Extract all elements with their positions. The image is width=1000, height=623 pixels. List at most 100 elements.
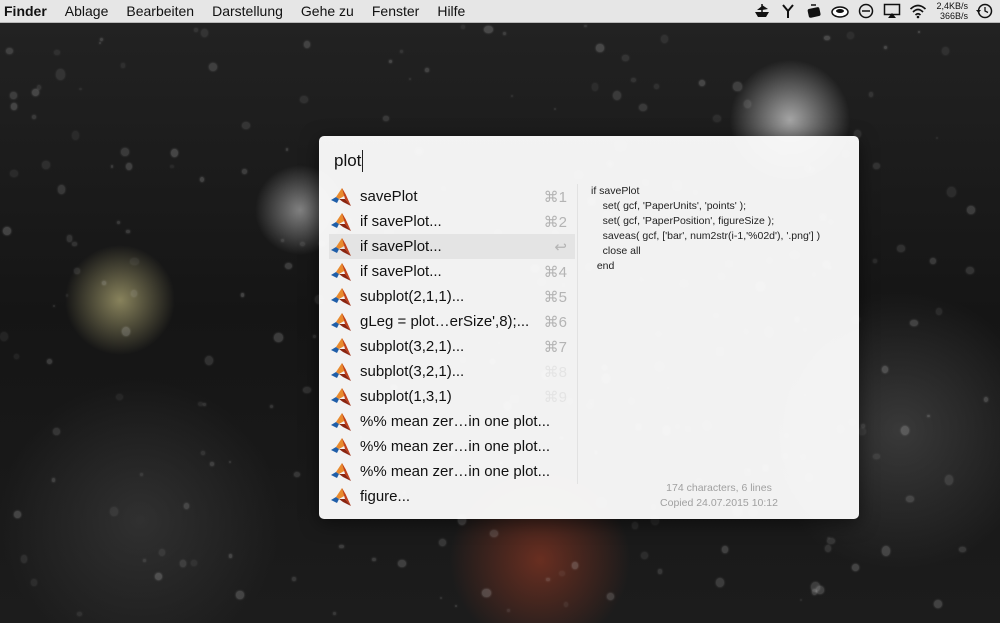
raindrop bbox=[660, 34, 668, 43]
raindrop bbox=[918, 30, 921, 33]
raindrop bbox=[936, 137, 939, 140]
raindrop bbox=[484, 25, 493, 33]
clip-item[interactable]: subplot(2,1,1)... ⌘5 bbox=[329, 284, 575, 309]
clip-item-label: subplot(3,2,1)... bbox=[360, 338, 465, 355]
matlab-icon bbox=[330, 387, 352, 407]
raindrop bbox=[489, 529, 498, 537]
raindrop bbox=[733, 82, 742, 92]
raindrop bbox=[77, 611, 82, 616]
clip-item[interactable]: %% mean zer…in one plot... bbox=[329, 459, 575, 484]
matlab-icon bbox=[330, 412, 352, 432]
clip-item[interactable]: savePlot ⌘1 bbox=[329, 184, 575, 209]
menu-bearbeiten[interactable]: Bearbeiten bbox=[117, 3, 203, 19]
raindrop bbox=[553, 107, 557, 110]
raindrop bbox=[300, 95, 309, 103]
clip-item-label: if savePlot... bbox=[360, 238, 442, 255]
menu-hilfe[interactable]: Hilfe bbox=[428, 3, 474, 19]
clip-item[interactable]: subplot(3,2,1)... ⌘8 bbox=[329, 359, 575, 384]
raindrop bbox=[698, 79, 705, 86]
clip-item[interactable]: if savePlot... ⌘2 bbox=[329, 209, 575, 234]
raindrop bbox=[98, 41, 101, 44]
tea-icon[interactable] bbox=[804, 2, 824, 20]
clip-preview: if savePlot set( gcf, 'PaperUnits', 'poi… bbox=[591, 185, 821, 272]
wifi-icon[interactable] bbox=[908, 2, 928, 20]
raindrop bbox=[398, 559, 406, 567]
matlab-icon bbox=[330, 262, 352, 282]
clock-arrow-icon[interactable] bbox=[974, 2, 994, 20]
menu-finder[interactable]: Finder bbox=[0, 3, 56, 19]
matlab-icon bbox=[330, 462, 352, 482]
raindrop bbox=[584, 25, 587, 28]
raindrop bbox=[280, 239, 284, 243]
clip-item[interactable]: gLeg = plot…erSize',8);... ⌘6 bbox=[329, 309, 575, 334]
clip-item-shortcut: ⌘2 bbox=[543, 213, 567, 231]
raindrop bbox=[372, 557, 376, 562]
raindrop bbox=[209, 63, 218, 71]
search-input[interactable]: plot bbox=[334, 150, 364, 172]
raindrop bbox=[143, 559, 146, 563]
clip-item-shortcut: ⌘1 bbox=[543, 188, 567, 206]
clip-item-shortcut: ⌘4 bbox=[543, 263, 567, 281]
raindrop bbox=[632, 522, 638, 529]
clip-item[interactable]: %% mean zer…in one plot... bbox=[329, 434, 575, 459]
raindrop bbox=[37, 84, 42, 90]
clip-item-label: savePlot bbox=[360, 188, 418, 205]
menu-darstellung[interactable]: Darstellung bbox=[203, 3, 292, 19]
raindrop bbox=[507, 608, 511, 613]
clip-item-shortcut: ⌘6 bbox=[543, 313, 567, 331]
airplay-icon[interactable] bbox=[882, 2, 902, 20]
raindrop bbox=[236, 590, 244, 600]
raindrop bbox=[66, 294, 69, 297]
raindrop bbox=[631, 77, 636, 82]
raindrop bbox=[873, 454, 880, 460]
matlab-icon bbox=[330, 212, 352, 232]
raindrop bbox=[210, 462, 215, 466]
raindrop bbox=[121, 326, 131, 337]
menu-gehe-zu[interactable]: Gehe zu bbox=[292, 3, 363, 19]
raindrop bbox=[858, 427, 866, 436]
raindrop bbox=[339, 544, 344, 549]
raindrop bbox=[200, 29, 208, 38]
raindrop bbox=[558, 570, 566, 577]
clip-item-label: gLeg = plot…erSize',8);... bbox=[360, 313, 530, 330]
clip-item[interactable]: subplot(1,3,1) ⌘9 bbox=[329, 384, 575, 409]
menu-fenster[interactable]: Fenster bbox=[363, 3, 428, 19]
raindrop bbox=[286, 148, 289, 151]
clip-item-shortcut: ⌘5 bbox=[543, 288, 567, 306]
raindrop bbox=[269, 405, 274, 409]
raindrop bbox=[9, 91, 17, 100]
clip-item-shortcut: ⌘8 bbox=[543, 363, 567, 381]
matlab-icon bbox=[330, 187, 352, 207]
pirate-ship-icon[interactable] bbox=[752, 2, 772, 20]
menu-ablage[interactable]: Ablage bbox=[56, 3, 118, 19]
raindrop bbox=[183, 502, 190, 510]
raindrop bbox=[155, 572, 162, 580]
matlab-icon bbox=[330, 437, 352, 457]
raindrop bbox=[54, 50, 60, 55]
clipboard-history-list: savePlot ⌘1 if savePlot... ⌘2 if savePlot...… bbox=[329, 184, 575, 509]
branch-icon[interactable] bbox=[778, 2, 798, 20]
raindrop bbox=[389, 59, 393, 63]
raindrop bbox=[193, 28, 198, 33]
raindrop bbox=[312, 334, 316, 339]
raindrop bbox=[14, 510, 21, 518]
matlab-icon bbox=[330, 362, 352, 382]
network-speed-readout[interactable]: 2,4KB/s 366B/s bbox=[936, 1, 968, 21]
raindrop bbox=[291, 576, 296, 581]
raindrop bbox=[966, 205, 975, 215]
clip-item[interactable]: %% mean zer…in one plot... bbox=[329, 409, 575, 434]
raindrop bbox=[881, 546, 891, 557]
clip-item[interactable]: if savePlot... ↩ bbox=[329, 234, 575, 259]
raindrop bbox=[861, 424, 866, 429]
clip-item[interactable]: figure... bbox=[329, 484, 575, 509]
raindrop bbox=[229, 461, 232, 464]
clip-item[interactable]: if savePlot... ⌘4 bbox=[329, 259, 575, 284]
raindrop bbox=[852, 564, 859, 571]
raindrop bbox=[641, 551, 649, 559]
clip-item[interactable]: subplot(3,2,1)... ⌘7 bbox=[329, 334, 575, 359]
raindrop bbox=[930, 258, 936, 264]
raindrop bbox=[824, 36, 830, 41]
raindrop bbox=[229, 554, 233, 558]
no-entry-icon[interactable] bbox=[856, 2, 876, 20]
cloud-icon[interactable] bbox=[830, 2, 850, 20]
